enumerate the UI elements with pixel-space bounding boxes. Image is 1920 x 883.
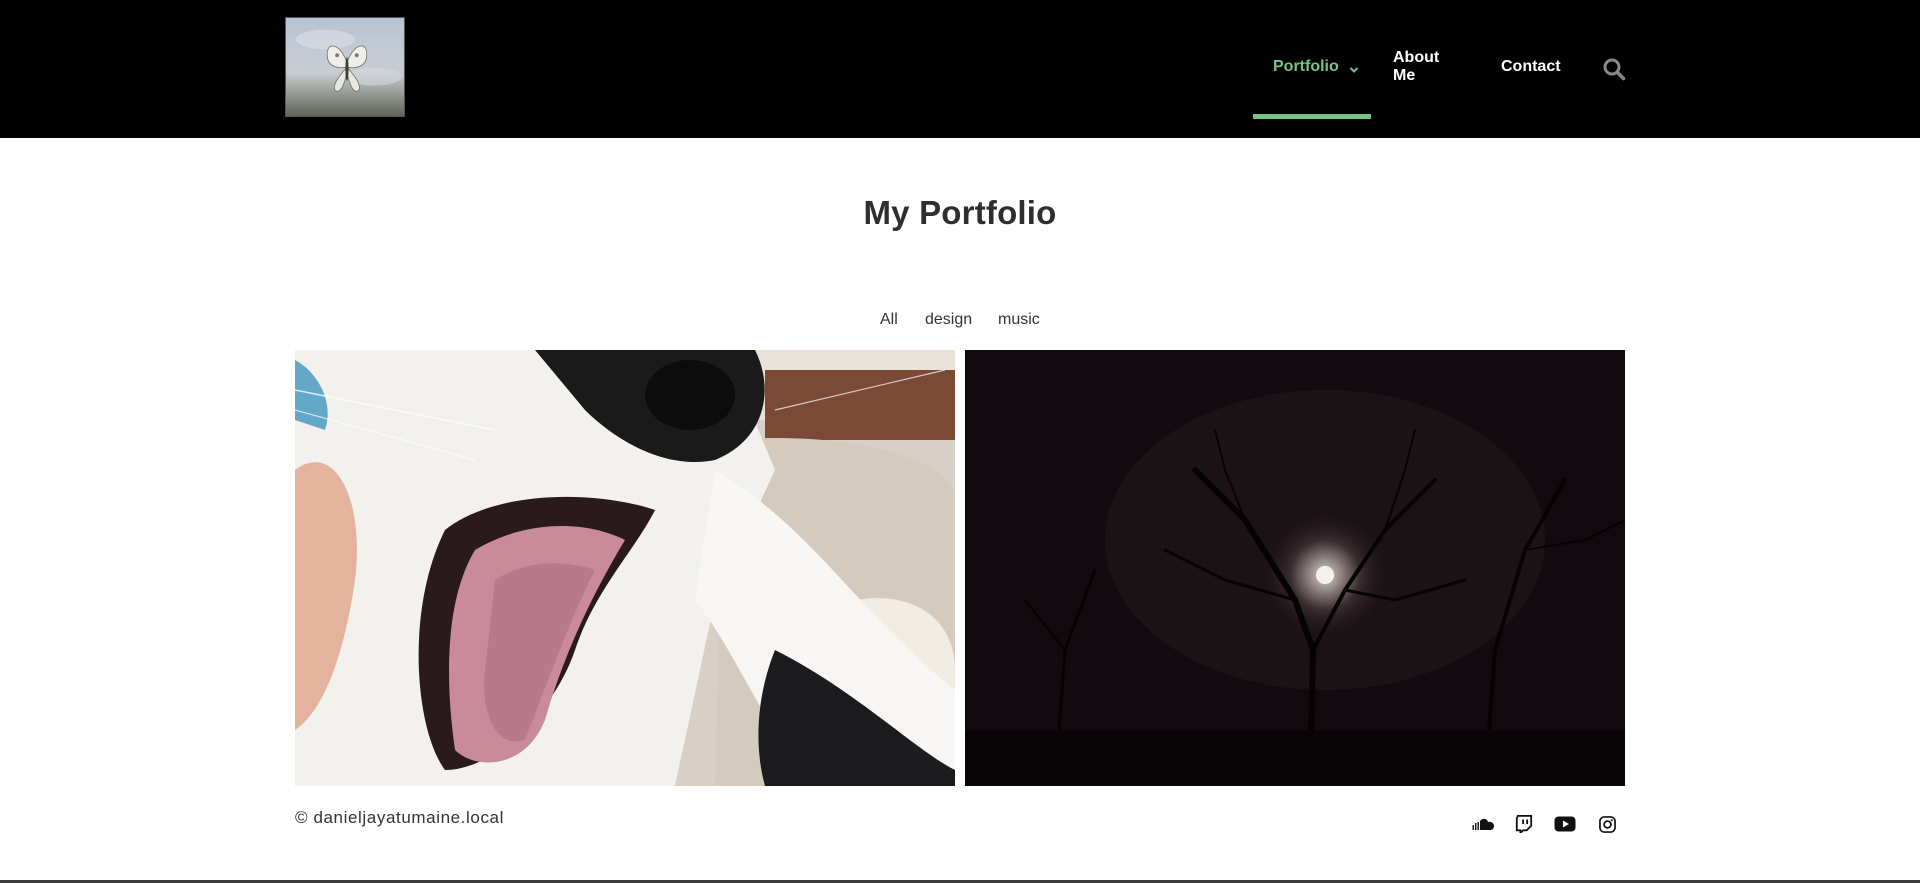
page-title: My Portfolio (863, 194, 1057, 231)
butterfly-logo-image (286, 18, 404, 116)
instagram-icon[interactable] (1595, 814, 1619, 834)
portfolio-item-moon[interactable] (965, 350, 1625, 786)
portfolio-filters: All design music (0, 311, 1920, 333)
dog-yawning-photo (295, 350, 955, 786)
chevron-down-icon (1349, 62, 1359, 73)
portfolio-item-dog[interactable] (295, 350, 955, 786)
search-icon[interactable] (1602, 57, 1626, 81)
nav-item-contact[interactable]: Contact (1501, 0, 1561, 138)
youtube-icon[interactable] (1553, 814, 1577, 834)
nav-item-label: About Me (1393, 49, 1440, 84)
filter-all[interactable]: All (880, 311, 898, 329)
nav-active-indicator (1253, 114, 1371, 119)
nav-item-about-me[interactable]: About Me (1393, 0, 1439, 138)
filter-design[interactable]: design (925, 311, 972, 329)
moon-through-trees-photo (965, 350, 1625, 786)
soundcloud-icon[interactable] (1471, 814, 1495, 834)
nav-item-label: Portfolio (1273, 58, 1339, 75)
twitch-icon[interactable] (1512, 814, 1536, 834)
copyright-text: © danieljayatumaine.local (295, 808, 504, 827)
site-logo[interactable] (285, 17, 405, 117)
filter-music[interactable]: music (998, 311, 1040, 329)
nav-item-label: Contact (1501, 58, 1561, 75)
site-header: Portfolio About Me Contact (0, 0, 1920, 138)
